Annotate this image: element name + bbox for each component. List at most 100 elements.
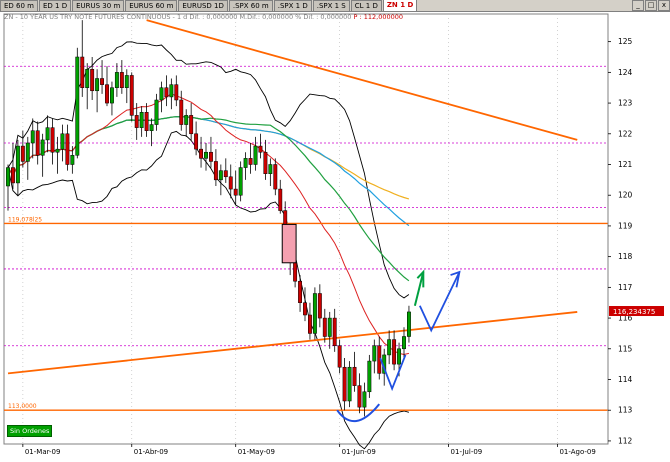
bear-candle [179,99,184,125]
chart-legend: ZN - 10 YEAR US TRY NOTE FUTURES CONTINU… [4,13,403,21]
bull-candle [139,112,144,128]
bull-candle [253,145,258,165]
bear-candle [342,366,347,402]
x-tick-label: 01-May-09 [238,448,275,456]
y-tick-label: 114 [618,375,633,384]
bear-candle [194,133,199,150]
bull-candle [407,311,411,337]
chart-tab-zn-1-d[interactable]: ZN 1 D [382,0,418,11]
chart-grid [3,13,609,445]
bear-candle [278,188,283,211]
chart-tab-spx-1-d[interactable]: .SPX 1 D [273,0,312,11]
bear-candle [248,158,253,165]
bull-candle [30,130,35,144]
maximize-button[interactable]: □ [645,0,657,11]
trendline [146,19,578,141]
bear-candle [50,127,55,153]
x-tick-label: 01-Jun-09 [342,448,376,456]
chart-tab-ed-1-d[interactable]: ED 1 D [39,0,72,11]
chart-tab-cl-1-d[interactable]: CL 1 D [350,0,382,11]
close-button[interactable]: x [658,0,670,11]
bear-candle [293,262,298,282]
chart-tab-eurusd-1d[interactable]: EURUSD 1D [178,0,228,11]
bear-candle [392,339,397,365]
bear-candle [357,385,362,408]
bull-candle [243,158,248,168]
bear-candle [174,84,179,101]
chart-tab-eurus-60-m[interactable]: EURUS 60 m [125,0,178,11]
y-tick-label: 124 [618,68,633,77]
price-levels: 119,078l25 113,0000 [4,19,608,411]
last-price-label: 116,234375 [613,308,655,316]
bear-candle [129,75,134,116]
level-label: 119,078l25 [8,216,42,223]
bear-candle [80,56,85,88]
chart-tab-ed-60-m[interactable]: ED 60 m [0,0,38,11]
y-tick-label: 117 [618,283,633,292]
bull-candle [159,87,164,101]
bear-candle [11,167,15,184]
bollinger-upper-line [7,41,410,299]
order-status-badge[interactable]: Sin Ordenes [7,425,53,437]
bull-candle [238,167,243,196]
legend-price: P : 112,000000 [353,13,404,21]
bull-candle [110,87,114,104]
bull-candle [184,115,189,125]
bear-candle [322,317,327,337]
bull-candle [114,72,119,88]
bull-candle [402,336,406,350]
bear-candle [119,72,124,88]
y-tick-label: 125 [618,37,633,46]
bull-candle [149,124,154,131]
bear-candle [65,133,70,165]
bull-candle [75,56,80,156]
bull-candle [25,142,30,162]
bear-candle [332,317,337,346]
bull-candle [218,170,223,181]
bull-candle [124,75,129,88]
y-tick-label: 123 [618,99,633,108]
chart-tab-spx-60-m[interactable]: .SPX 60 m [228,0,273,11]
bull-candle [204,151,208,159]
chart-tab-eurus-30-m[interactable]: EURUS 30 m [72,0,125,11]
gap-box [281,223,297,264]
bull-candle [55,148,60,153]
bull-candle [85,69,90,88]
bull-candle [387,339,392,356]
bear-candle [189,115,194,135]
bear-candle [303,302,307,316]
bull-candle [268,164,273,174]
minimize-button[interactable]: _ [632,0,644,11]
bull-candle [6,167,10,187]
bull-candle [95,78,100,92]
bull-candle [60,133,65,150]
bull-candle [40,139,45,156]
bear-candle [223,170,228,178]
projection-path-annotation [419,271,461,333]
bear-candle [20,145,25,162]
bear-candle [100,78,104,85]
candlestick-series [6,20,411,417]
chart-tab-bar: ED 60 m ED 1 D EURUS 30 m EURUS 60 m EURUSD … [0,0,670,12]
bear-candle [134,115,139,128]
bull-candle [312,293,317,334]
x-tick-label: 01-Mar-09 [25,448,61,456]
price-chart[interactable]: 119,078l25113,0000 112113114115116117118… [0,12,670,462]
bull-candle [372,345,377,362]
y-tick-label: 122 [618,129,633,138]
bear-candle [352,366,357,386]
y-tick-label: 120 [618,191,633,200]
bear-candle [233,188,238,196]
bear-candle [164,87,169,98]
chart-tab-spx-1-s[interactable]: .SPX 1 S [312,0,350,11]
bear-candle [213,161,218,181]
bull-candle [397,348,402,365]
bull-candle [367,360,372,393]
bull-candle [327,317,332,337]
bear-candle [308,314,312,334]
bear-candle [298,280,303,303]
y-tick-label: 113 [618,406,633,415]
bear-candle [258,145,263,153]
bull-candle [347,366,352,402]
bear-candle [317,293,322,319]
